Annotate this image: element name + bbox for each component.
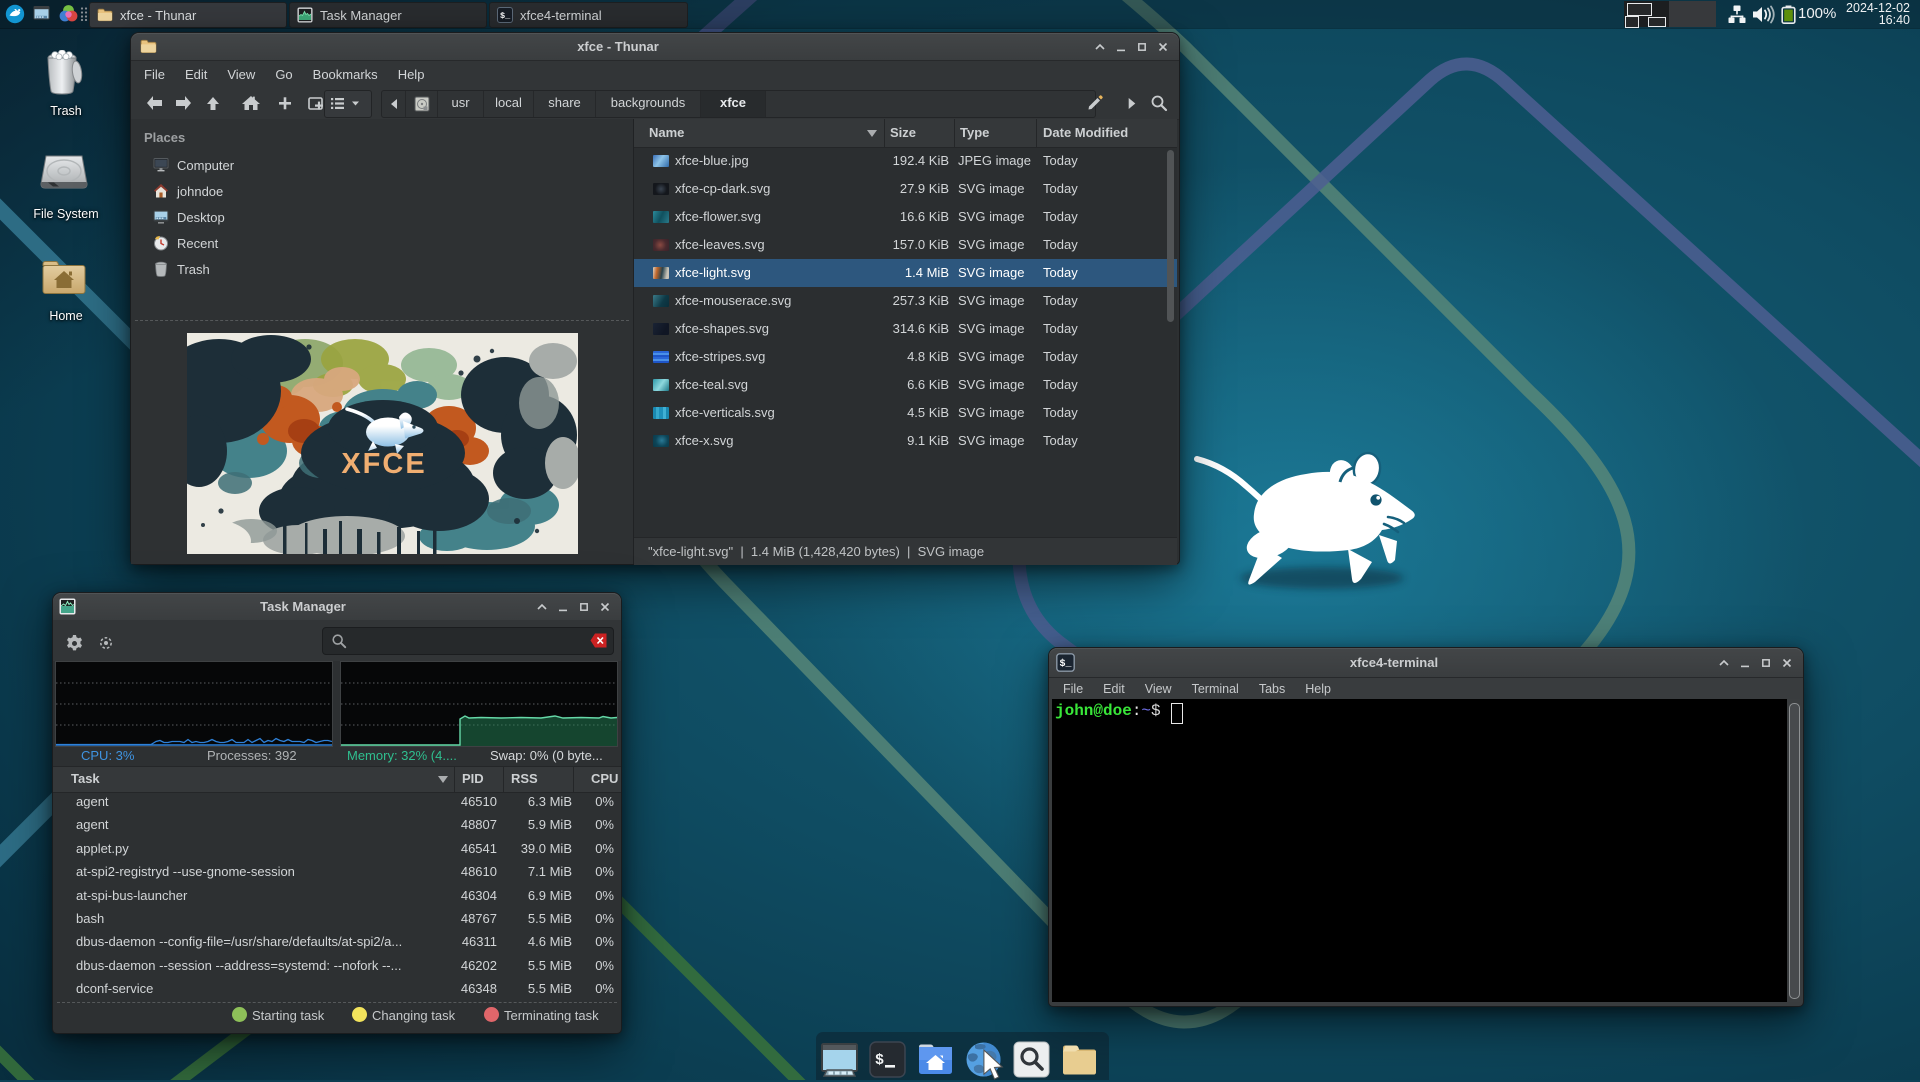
- svg-text:$_: $_: [500, 11, 511, 21]
- svg-text:XFCE: XFCE: [341, 448, 426, 480]
- svg-text:$_: $_: [1060, 658, 1073, 670]
- svg-text:$: $: [875, 1052, 884, 1069]
